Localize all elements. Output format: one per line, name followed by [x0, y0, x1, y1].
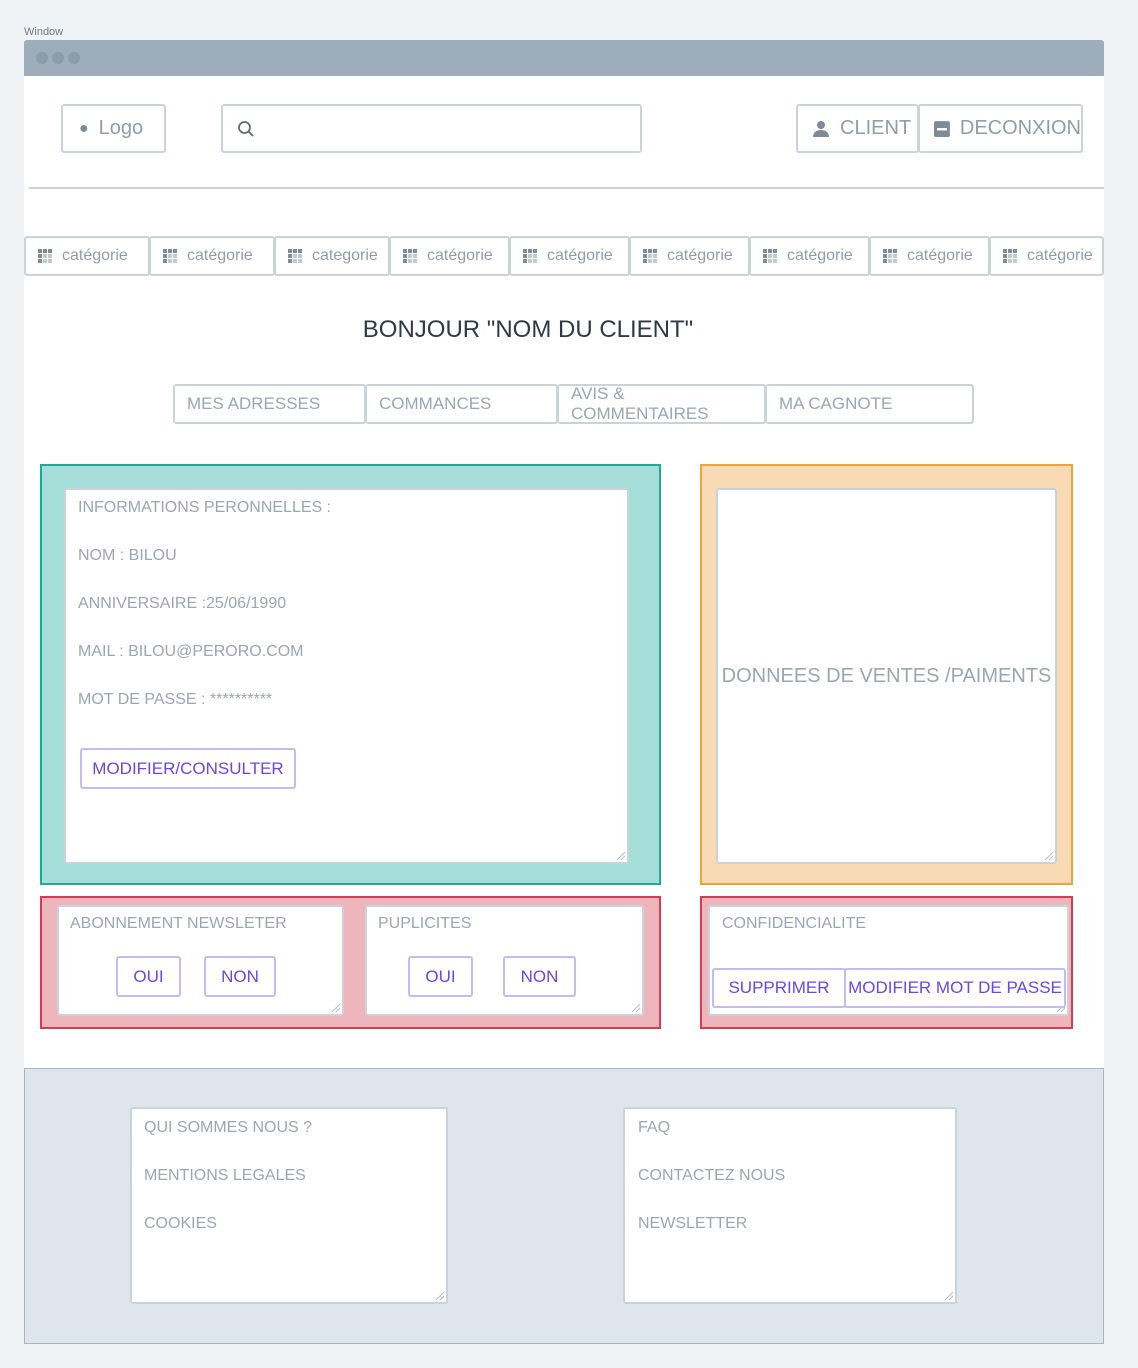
category-label: catégorie	[62, 247, 128, 264]
delete-button[interactable]: SUPPRIMER	[712, 968, 846, 1008]
category-item[interactable]: catégorie	[749, 236, 870, 276]
category-label: catégorie	[547, 247, 613, 264]
minus-square-icon	[934, 120, 950, 137]
window-dot[interactable]	[52, 52, 64, 64]
client-label: CLIENT	[840, 117, 912, 139]
ads-label: PUPLICITES	[378, 915, 472, 932]
search-input[interactable]	[221, 104, 642, 153]
tab-label: MA CAGNOTE	[779, 394, 893, 413]
window-dot[interactable]	[68, 52, 80, 64]
category-item[interactable]: catégorie	[389, 236, 510, 276]
grid-icon	[163, 249, 177, 263]
category-item[interactable]: catégorie	[869, 236, 990, 276]
tab-orders[interactable]: COMMANCES	[365, 384, 558, 424]
logout-button[interactable]: DECONXION	[918, 104, 1083, 153]
category-label: catégorie	[427, 247, 493, 264]
footer-link-faq[interactable]: FAQ	[638, 1119, 670, 1137]
modify-consult-button[interactable]: MODIFIER/CONSULTER	[80, 748, 296, 789]
user-icon	[813, 120, 829, 137]
sales-box: DONNEES DE VENTES /PAIMENTS	[716, 488, 1057, 864]
grid-icon	[763, 249, 777, 263]
tab-label: COMMANCES	[379, 394, 492, 413]
client-button[interactable]: CLIENT	[796, 104, 919, 153]
search-icon	[238, 120, 254, 137]
logout-label: DECONXION	[959, 117, 1081, 139]
ads-no-button[interactable]: NON	[503, 956, 576, 997]
category-label: catégorie	[667, 247, 733, 264]
category-item[interactable]: catégorie	[24, 236, 150, 276]
category-label: catégorie	[187, 247, 253, 264]
footer-link-legal[interactable]: MENTIONS LEGALES	[144, 1167, 306, 1185]
category-label: catégorie	[1027, 247, 1093, 264]
footer-link-newsletter[interactable]: NEWSLETTER	[638, 1215, 747, 1233]
mail-field: MAIL : BILOU@PERORO.COM	[78, 643, 304, 660]
tab-addresses[interactable]: MES ADRESSES	[173, 384, 366, 424]
newsletter-label: ABONNEMENT NEWSLETER	[70, 915, 287, 932]
tab-wallet[interactable]: MA CAGNOTE	[765, 384, 974, 424]
category-item[interactable]: catégorie	[989, 236, 1104, 276]
tab-label: MES ADRESSES	[187, 394, 321, 413]
category-item[interactable]: catégorie	[629, 236, 750, 276]
footer-box-right	[623, 1107, 957, 1304]
grid-icon	[883, 249, 897, 263]
name-field: NOM : BILOU	[78, 547, 177, 564]
tab-reviews[interactable]: AVIS & COMMENTAIRES	[557, 384, 766, 424]
category-label: categorie	[312, 247, 378, 264]
category-item[interactable]: catégorie	[509, 236, 630, 276]
category-label: catégorie	[907, 247, 973, 264]
footer-link-contact[interactable]: CONTACTEZ NOUS	[638, 1167, 785, 1185]
window-dot[interactable]	[36, 52, 48, 64]
change-password-button[interactable]: MODIFIER MOT DE PASSE	[844, 968, 1066, 1008]
page-title: BONJOUR "NOM DU CLIENT"	[362, 316, 694, 343]
ads-yes-button[interactable]: OUI	[408, 956, 473, 997]
header-divider	[29, 187, 1104, 189]
logo-button[interactable]: ● Logo	[61, 104, 166, 153]
sales-label: DONNEES DE VENTES /PAIMENTS	[721, 664, 1052, 687]
birthday-field: ANNIVERSAIRE :25/06/1990	[78, 595, 287, 612]
grid-icon	[288, 249, 302, 263]
footer-link-about[interactable]: QUI SOMMES NOUS ?	[144, 1119, 312, 1137]
personal-info-box	[64, 488, 629, 864]
newsletter-yes-button[interactable]: OUI	[116, 956, 181, 997]
tab-label: AVIS & COMMENTAIRES	[571, 384, 709, 423]
grid-icon	[1003, 249, 1017, 263]
personal-info-heading: INFORMATIONS PERONNELLES :	[78, 499, 332, 516]
footer-link-cookies[interactable]: COOKIES	[144, 1215, 217, 1233]
title-bar	[24, 40, 1104, 76]
category-item[interactable]: categorie	[274, 236, 390, 276]
logo-label: Logo	[98, 117, 144, 139]
newsletter-no-button[interactable]: NON	[204, 956, 276, 997]
grid-icon	[643, 249, 657, 263]
grid-icon	[523, 249, 537, 263]
apple-icon: ●	[79, 119, 89, 137]
privacy-label: CONFIDENCIALITE	[722, 915, 867, 932]
grid-icon	[38, 249, 52, 263]
window-label: Window	[24, 26, 64, 38]
category-label: catégorie	[787, 247, 853, 264]
password-field: MOT DE PASSE : **********	[78, 691, 273, 708]
category-item[interactable]: catégorie	[149, 236, 275, 276]
grid-icon	[403, 249, 417, 263]
